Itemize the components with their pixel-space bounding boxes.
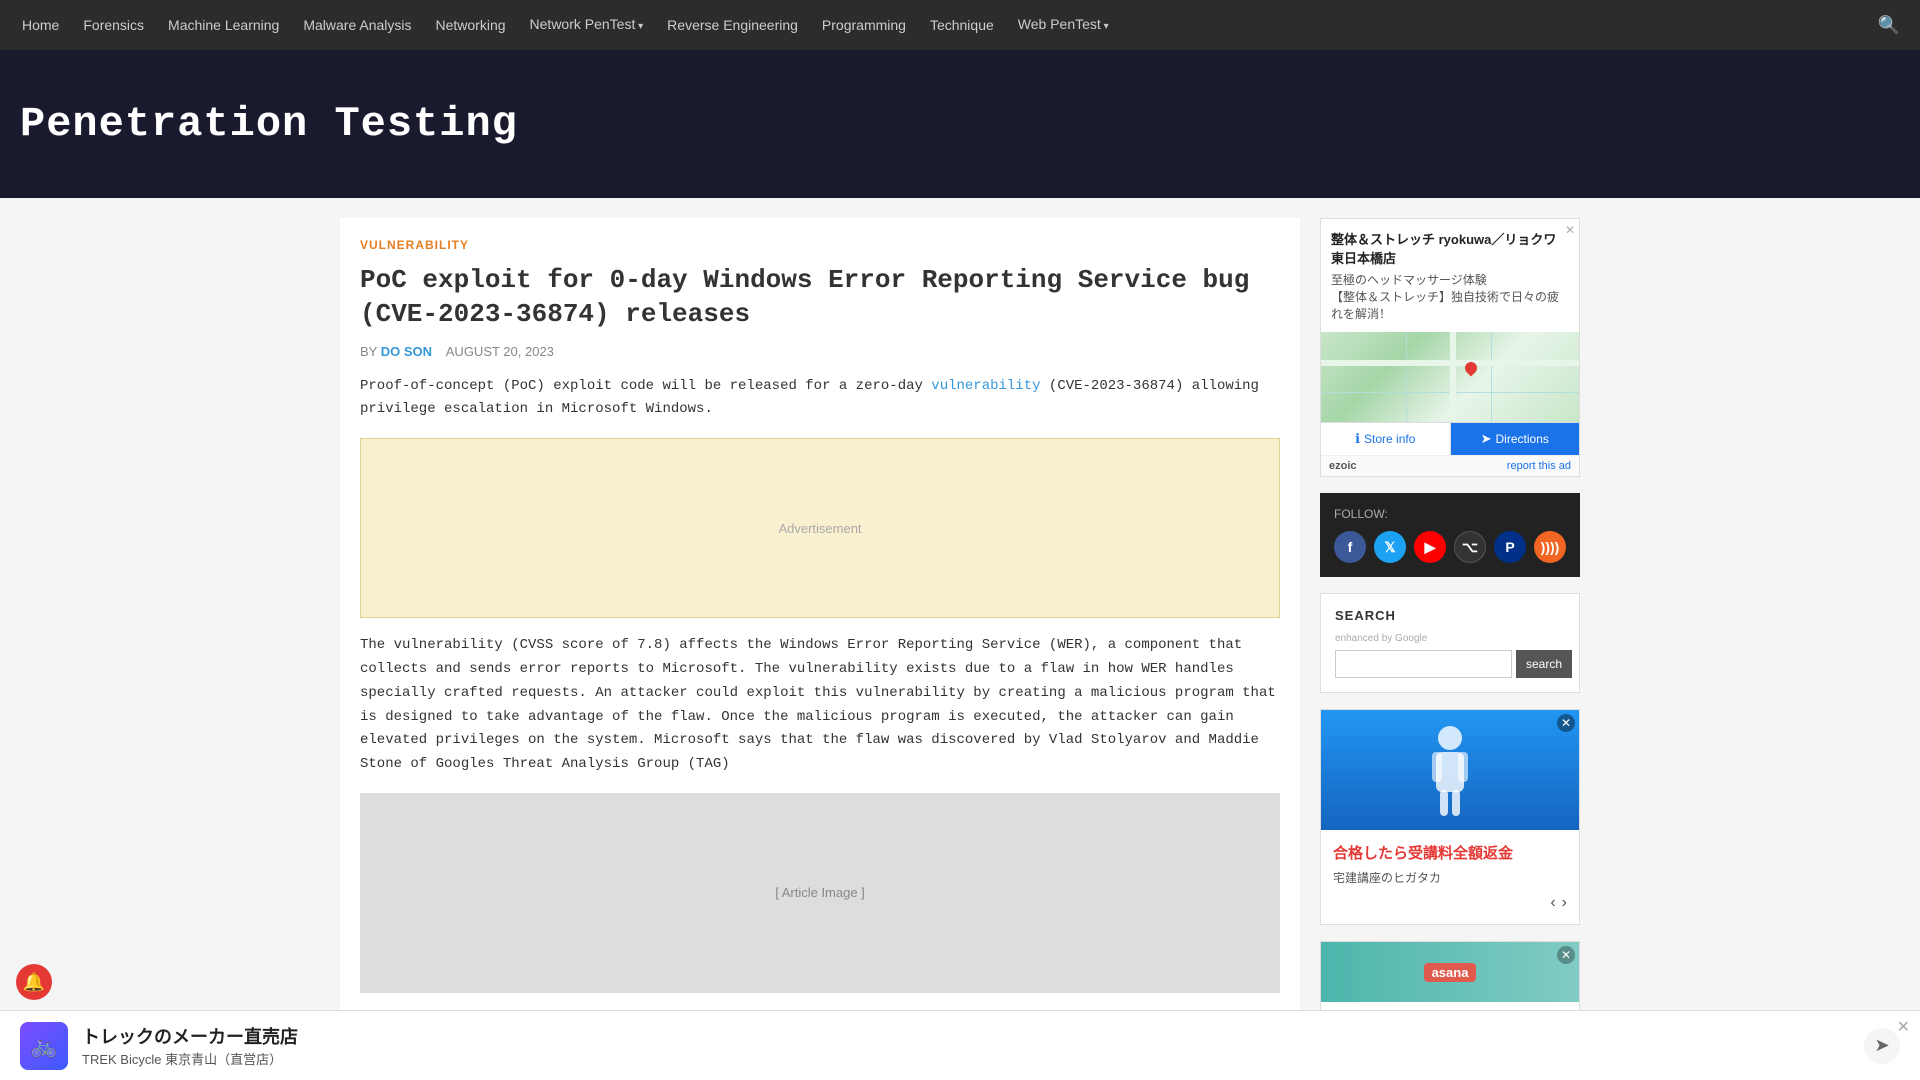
person-silhouette [1420, 720, 1480, 820]
info-icon: ℹ [1355, 431, 1360, 447]
search-widget: SEARCH enhanced by Google search [1320, 593, 1580, 693]
sidebar-ad-3-image: asana [1321, 942, 1579, 1002]
nav-web-pentest-dropdown[interactable]: Web PenTest [1006, 0, 1121, 52]
article-screenshot-image: [ Article Image ] [360, 793, 1280, 993]
nav-home[interactable]: Home [10, 0, 71, 50]
follow-label: FOLLOW: [1334, 507, 1566, 521]
bottom-banner-text: トレックのメーカー直売店 TREK Bicycle 東京青山（直営店） [82, 1023, 1850, 1068]
bottom-banner-ad: トレックのメーカー直売店 TREK Bicycle 東京青山（直営店） ➤ ✕ [0, 1010, 1920, 1080]
nav-networking[interactable]: Networking [424, 0, 518, 50]
site-title: Penetration Testing [20, 100, 518, 148]
sidebar-ad-2-image [1321, 710, 1579, 830]
follow-icons: f 𝕏 ▶ ⌥ P )))) [1334, 531, 1566, 563]
sidebar-ad-2-prev[interactable]: ‹ [1550, 894, 1555, 912]
nav-search-button[interactable]: 🔍 [1868, 15, 1910, 36]
sidebar-ad-1-subtitle1: 至極のヘッドマッサージ体験 [1331, 271, 1569, 288]
ezoic-logo: ezoic [1329, 460, 1357, 472]
article-ad-banner: Advertisement [360, 438, 1280, 618]
sidebar-ad-2-next[interactable]: › [1562, 894, 1567, 912]
article-paragraph-2: The vulnerability (CVSS score of 7.8) af… [360, 634, 1280, 777]
article-date: AUGUST 20, 2023 [446, 344, 554, 359]
facebook-icon[interactable]: f [1334, 531, 1366, 563]
bottom-banner-sub-text: TREK Bicycle 東京青山（直営店） [82, 1049, 1850, 1068]
nav-network-pentest[interactable]: Network PenTest [518, 0, 656, 52]
twitter-icon[interactable]: 𝕏 [1374, 531, 1406, 563]
content-wrapper: VULNERABILITY PoC exploit for 0-day Wind… [330, 198, 1590, 1062]
sidebar-ad-1-title: 整体＆ストレッチ ryokuwa／リョクワ 東日本橋店 [1331, 229, 1569, 267]
sidebar-ad-2: ✕ 合格したら受講料全額返金 宅建講座のヒガタカ ‹ › [1320, 709, 1580, 925]
store-info-label: Store info [1364, 432, 1415, 446]
youtube-icon[interactable]: ▶ [1414, 531, 1446, 563]
directions-button[interactable]: ➤ Directions [1451, 423, 1580, 455]
bottom-banner-main-text: トレックのメーカー直売店 [82, 1023, 1850, 1049]
report-ad-link[interactable]: report this ad [1507, 460, 1571, 472]
search-input[interactable] [1335, 650, 1512, 678]
nav-network-pentest-dropdown[interactable]: Network PenTest [518, 0, 656, 52]
nav-web-pentest[interactable]: Web PenTest [1006, 0, 1121, 52]
search-row: search [1335, 650, 1565, 678]
article-title: PoC exploit for 0-day Windows Error Repo… [360, 264, 1280, 332]
store-info-button[interactable]: ℹ Store info [1321, 423, 1451, 455]
sidebar-ad-1-info: 整体＆ストレッチ ryokuwa／リョクワ 東日本橋店 至極のヘッドマッサージ体… [1321, 219, 1579, 332]
nav-malware-analysis[interactable]: Malware Analysis [291, 0, 423, 50]
nav-programming[interactable]: Programming [810, 0, 918, 50]
site-header: Penetration Testing [0, 50, 1920, 198]
follow-widget: FOLLOW: f 𝕏 ▶ ⌥ P )))) [1320, 493, 1580, 577]
sidebar-ad-1-map [1321, 332, 1579, 422]
rss-icon[interactable]: )))) [1534, 531, 1566, 563]
bottom-banner-close[interactable]: ✕ [1897, 1017, 1910, 1037]
article-meta: BY DO SON AUGUST 20, 2023 [360, 344, 1280, 359]
sidebar-ad-2-close[interactable]: ✕ [1557, 714, 1575, 732]
bottom-banner-icon [20, 1022, 68, 1070]
main-content: VULNERABILITY PoC exploit for 0-day Wind… [340, 218, 1300, 1042]
nav-forensics[interactable]: Forensics [71, 0, 156, 50]
nav-technique[interactable]: Technique [918, 0, 1006, 50]
search-heading: SEARCH [1335, 608, 1565, 623]
github-icon[interactable]: ⌥ [1454, 531, 1486, 563]
sidebar-ad-3-close[interactable]: ✕ [1557, 946, 1575, 964]
author-by-label: BY [360, 344, 377, 359]
nav-reverse-engineering[interactable]: Reverse Engineering [655, 0, 810, 50]
asana-brand: asana [1424, 963, 1477, 982]
sidebar-ad-1-subtitle2: 【整体＆ストレッチ】独自技術で日々の疲れを解消！ [1331, 288, 1569, 322]
sidebar-ad-1-buttons: ℹ Store info ➤ Directions [1321, 422, 1579, 455]
sidebar-ad-2-title: 合格したら受講料全額返金 [1333, 842, 1567, 863]
ezoic-bar: ezoic report this ad [1321, 455, 1579, 476]
author-link[interactable]: DO SON [381, 344, 432, 359]
category-tag: VULNERABILITY [360, 238, 1280, 252]
sidebar-ad-2-nav: ‹ › [1333, 894, 1567, 912]
article-paragraph-1: Proof-of-concept (PoC) exploit code will… [360, 375, 1280, 423]
nav-machine-learning[interactable]: Machine Learning [156, 0, 291, 50]
top-nav: Home Forensics Machine Learning Malware … [0, 0, 1920, 50]
search-powered: enhanced by Google [1335, 633, 1565, 644]
vulnerability-link[interactable]: vulnerability [931, 378, 1040, 394]
map-pin [1463, 362, 1479, 382]
sidebar-ad-1-close[interactable]: ✕ [1565, 223, 1575, 237]
article-body: Proof-of-concept (PoC) exploit code will… [360, 375, 1280, 993]
search-button[interactable]: search [1516, 650, 1572, 678]
sidebar-ad-2-body: 合格したら受講料全額返金 宅建講座のヒガタカ ‹ › [1321, 830, 1579, 924]
notification-button[interactable]: 🔔 [16, 964, 52, 1000]
directions-label: Directions [1496, 432, 1549, 446]
bottom-banner-arrow-icon: ➤ [1864, 1028, 1900, 1064]
sidebar: ✕ 整体＆ストレッチ ryokuwa／リョクワ 東日本橋店 至極のヘッドマッサー… [1320, 218, 1580, 1042]
directions-icon: ➤ [1481, 431, 1492, 447]
sidebar-ad-2-sub: 宅建講座のヒガタカ [1333, 869, 1567, 886]
sidebar-ad-1: ✕ 整体＆ストレッチ ryokuwa／リョクワ 東日本橋店 至極のヘッドマッサー… [1320, 218, 1580, 477]
paypal-icon[interactable]: P [1494, 531, 1526, 563]
